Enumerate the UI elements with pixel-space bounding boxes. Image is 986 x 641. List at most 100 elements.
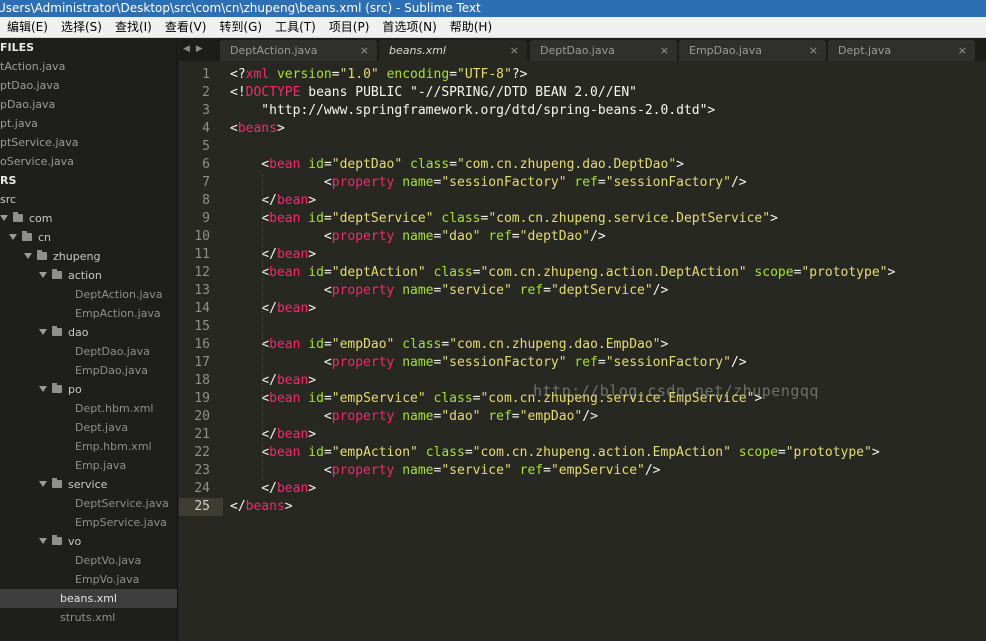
menu-item-6[interactable]: 项目(P) bbox=[322, 17, 376, 38]
file-tree-item[interactable]: DeptVo.java bbox=[0, 551, 177, 570]
code-line[interactable]: <property name="service" ref="deptServic… bbox=[230, 282, 668, 300]
expand-arrow-icon[interactable] bbox=[24, 253, 32, 259]
code-line[interactable]: <property name="sessionFactory" ref="ses… bbox=[230, 354, 747, 372]
code-line[interactable]: <bean id="empService" class="com.cn.zhup… bbox=[230, 390, 762, 408]
menu-item-3[interactable]: 查看(V) bbox=[158, 17, 213, 38]
expand-arrow-icon[interactable] bbox=[39, 272, 47, 278]
code-line[interactable]: <?xml version="1.0" encoding="UTF-8"?> bbox=[230, 66, 527, 84]
file-tree-item[interactable]: Emp.hbm.xml bbox=[0, 437, 177, 456]
code-token: property bbox=[331, 409, 395, 424]
code-token: "UTF-8" bbox=[457, 67, 512, 82]
menu-item-7[interactable]: 首选项(N) bbox=[375, 17, 442, 38]
folder-tree-item[interactable]: service bbox=[0, 475, 177, 494]
menu-item-0[interactable]: 编辑(E) bbox=[0, 17, 54, 38]
line-number: 9 bbox=[202, 211, 210, 226]
expand-arrow-icon[interactable] bbox=[9, 234, 17, 240]
folder-tree-item[interactable]: action bbox=[0, 266, 177, 285]
tab-close-icon[interactable]: × bbox=[360, 40, 369, 61]
expand-arrow-icon[interactable] bbox=[39, 386, 47, 392]
line-number: 1 bbox=[202, 67, 210, 82]
code-line[interactable]: <bean id="deptDao" class="com.cn.zhupeng… bbox=[230, 156, 684, 174]
file-tree-item[interactable]: beans.xml bbox=[0, 589, 177, 608]
tab-empdao-java[interactable]: EmpDao.java × bbox=[679, 40, 826, 61]
folder-tree-item[interactable]: po bbox=[0, 380, 177, 399]
file-tree-item[interactable]: Emp.java bbox=[0, 456, 177, 475]
code-line[interactable]: <property name="service" ref="empService… bbox=[230, 462, 661, 480]
file-tree-item[interactable]: struts.xml bbox=[0, 608, 177, 627]
expand-arrow-icon[interactable] bbox=[39, 481, 47, 487]
code-token: < bbox=[230, 355, 332, 370]
code-line[interactable]: <bean id="empDao" class="com.cn.zhupeng.… bbox=[230, 336, 668, 354]
code-line[interactable]: </beans> bbox=[230, 498, 293, 516]
file-tree-item[interactable]: DeptService.java bbox=[0, 494, 177, 513]
folder-icon bbox=[52, 326, 62, 336]
folder-tree-item[interactable]: com bbox=[0, 209, 177, 228]
code-line[interactable]: <!DOCTYPE beans PUBLIC "-//SPRING//DTD B… bbox=[230, 84, 637, 102]
tab-scroll-left-icon[interactable]: ◀ bbox=[183, 44, 190, 54]
file-tree-item[interactable]: DeptDao.java bbox=[0, 342, 177, 361]
code-line[interactable]: <beans> bbox=[230, 120, 285, 138]
tab-close-icon[interactable]: × bbox=[510, 40, 519, 61]
line-number: 5 bbox=[202, 139, 210, 154]
file-tree-item[interactable]: Dept.hbm.xml bbox=[0, 399, 177, 418]
file-tree-item[interactable]: EmpService.java bbox=[0, 513, 177, 532]
file-tree-item[interactable]: EmpDao.java bbox=[0, 361, 177, 380]
tree-item-label: zhupeng bbox=[53, 250, 101, 263]
code-token: "dao" bbox=[441, 409, 481, 424]
code-line[interactable]: </bean> bbox=[230, 300, 316, 318]
open-file-item[interactable]: pDao.java bbox=[0, 95, 177, 114]
code-line[interactable]: <property name="dao" ref="empDao"/> bbox=[230, 408, 598, 426]
open-file-item[interactable]: pt.java bbox=[0, 114, 177, 133]
line-number: 15 bbox=[194, 319, 210, 334]
open-file-item[interactable]: ptService.java bbox=[0, 133, 177, 152]
tab-deptaction-java[interactable]: DeptAction.java × bbox=[220, 40, 377, 61]
file-tree-item[interactable]: EmpAction.java bbox=[0, 304, 177, 323]
open-file-item[interactable]: ptDao.java bbox=[0, 76, 177, 95]
code-line[interactable]: <property name="dao" ref="deptDao"/> bbox=[230, 228, 606, 246]
tab-close-icon[interactable]: × bbox=[809, 40, 818, 61]
code-token: property bbox=[331, 175, 395, 190]
tab-deptdao-java[interactable]: DeptDao.java × bbox=[530, 40, 677, 61]
open-file-item[interactable]: oService.java bbox=[0, 152, 177, 171]
tab-scroll-right-icon[interactable]: ▶ bbox=[196, 44, 203, 54]
code-line[interactable]: </bean> bbox=[230, 480, 316, 498]
open-file-item[interactable]: tAction.java bbox=[0, 57, 177, 76]
tab-close-icon[interactable]: × bbox=[958, 40, 967, 61]
expand-arrow-icon[interactable] bbox=[39, 538, 47, 544]
code-token: name bbox=[402, 283, 434, 298]
folder-tree-item[interactable]: cn bbox=[0, 228, 177, 247]
menu-item-8[interactable]: 帮助(H) bbox=[443, 17, 498, 38]
code-line[interactable]: <bean id="deptService" class="com.cn.zhu… bbox=[230, 210, 778, 228]
menu-item-2[interactable]: 查找(I) bbox=[108, 17, 158, 38]
folder-tree-item[interactable]: src bbox=[0, 190, 177, 209]
code-line[interactable]: </bean> bbox=[230, 246, 316, 264]
tab-close-icon[interactable]: × bbox=[660, 40, 669, 61]
code-line[interactable]: </bean> bbox=[230, 372, 316, 390]
code-line[interactable]: </bean> bbox=[230, 192, 316, 210]
tab-dept-java[interactable]: Dept.java × bbox=[828, 40, 975, 61]
menu-item-1[interactable]: 选择(S) bbox=[54, 17, 108, 38]
expand-arrow-icon[interactable] bbox=[0, 215, 8, 221]
expand-arrow-icon[interactable] bbox=[39, 329, 47, 335]
folder-tree-item[interactable]: zhupeng bbox=[0, 247, 177, 266]
file-tree-item[interactable]: Dept.java bbox=[0, 418, 177, 437]
code-token: < bbox=[230, 175, 332, 190]
tab-beans-xml[interactable]: beans.xml × bbox=[379, 40, 527, 61]
folder-tree-item[interactable]: dao bbox=[0, 323, 177, 342]
folder-tree-item[interactable]: vo bbox=[0, 532, 177, 551]
window-title-bar[interactable]: Users\Administrator\Desktop\src\com\cn\z… bbox=[0, 0, 986, 17]
file-tree-item[interactable]: EmpVo.java bbox=[0, 570, 177, 589]
file-tree-item[interactable]: DeptAction.java bbox=[0, 285, 177, 304]
menu-item-5[interactable]: 工具(T) bbox=[268, 17, 322, 38]
tree-item-label: Emp.java bbox=[75, 459, 127, 472]
code-editor[interactable]: 1 2 3 4 5 6 7 8 9 10 11 12 13 14 15 16 17 18 19 20 21 22 23 24 2… bbox=[179, 61, 986, 641]
code-line[interactable]: </bean> bbox=[230, 426, 316, 444]
menu-item-4[interactable]: 转到(G) bbox=[212, 17, 268, 38]
code-line[interactable]: <property name="sessionFactory" ref="ses… bbox=[230, 174, 747, 192]
code-token: bean bbox=[276, 193, 309, 208]
code-line[interactable]: <bean id="empAction" class="com.cn.zhupe… bbox=[230, 444, 879, 462]
code-line[interactable]: <bean id="deptAction" class="com.cn.zhup… bbox=[230, 264, 895, 282]
code-line[interactable]: "http://www.springframework.org/dtd/spri… bbox=[230, 102, 715, 120]
code-token: > bbox=[308, 481, 317, 496]
